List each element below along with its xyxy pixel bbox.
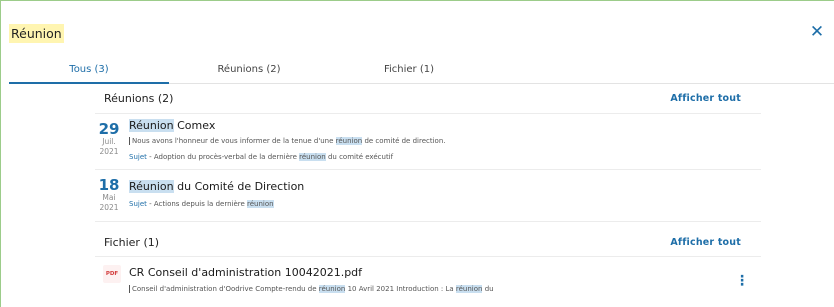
title-text: Comex	[173, 119, 216, 132]
highlighted-term: réunion	[247, 200, 274, 208]
date-month: Mai	[102, 193, 116, 202]
tab-files[interactable]: Fichier (1)	[329, 61, 489, 84]
see-all-meetings-link[interactable]: Afficher tout	[670, 93, 741, 104]
date-day: 29	[98, 120, 120, 138]
date-day: 18	[98, 176, 120, 194]
snippet-text: - Adoption du procès-verbal de la derniè…	[146, 153, 300, 161]
date-year: 2021	[99, 203, 119, 212]
file-name[interactable]: CR Conseil d'administration 10042021.pdf	[129, 266, 362, 279]
close-icon[interactable]: ✕	[807, 22, 827, 42]
highlighted-term: Réunion	[129, 180, 174, 193]
meeting-snippet: Nous avons l'honneur de vous informer de…	[129, 137, 445, 145]
highlighted-term: réunion	[299, 153, 326, 161]
snippet-text: Nous avons l'honneur de vous informer de…	[132, 137, 336, 145]
highlighted-term: réunion	[455, 285, 483, 293]
snippet-text: 10 Avril 2021 Introduction : La	[345, 285, 456, 293]
section-title: Réunions (2)	[104, 92, 174, 105]
tab-label: Fichier (1)	[383, 64, 435, 75]
snippet-text: - Actions depuis la dernière	[146, 200, 248, 208]
meeting-title[interactable]: Réunion Comex	[129, 119, 215, 132]
snippet-text: Conseil d'administration d'Oodrive Compt…	[132, 285, 319, 293]
meeting-title[interactable]: Réunion du Comité de Direction	[129, 180, 304, 193]
tab-bar: Tous (3) Réunions (2) Fichier (1)	[9, 61, 834, 84]
highlighted-term: Réunion	[129, 119, 174, 132]
pdf-file-icon: PDF	[103, 265, 121, 283]
snippet-text: du comité exécutif	[325, 153, 394, 161]
date-month: Juil.	[102, 137, 116, 146]
tab-label: Tous (3)	[69, 64, 109, 75]
subject-label: Sujet	[129, 200, 147, 208]
title-text: du Comité de Direction	[173, 180, 305, 193]
tab-meetings[interactable]: Réunions (2)	[169, 61, 329, 84]
subject-label: Sujet	[129, 153, 147, 161]
file-snippet: Conseil d'administration d'Oodrive Compt…	[129, 285, 494, 293]
meeting-result[interactable]: 18 Mai 2021 Réunion du Comité de Directi…	[95, 172, 761, 218]
search-query[interactable]: Réunion	[9, 24, 64, 43]
meeting-date: 29 Juil. 2021	[95, 121, 123, 157]
divider	[95, 221, 761, 222]
meeting-result[interactable]: 29 Juil. 2021 Réunion Comex Nous avons l…	[95, 115, 761, 169]
snippet-text: de comité de direction.	[362, 137, 446, 145]
more-vertical-icon[interactable]: ⋮	[735, 273, 749, 289]
section-title: Fichier (1)	[104, 236, 160, 249]
snippet-text: du	[482, 285, 494, 293]
files-section-header: Fichier (1) Afficher tout	[95, 229, 761, 257]
meeting-date: 18 Mai 2021	[95, 177, 123, 213]
search-results-panel: Réunion ✕ Tous (3) Réunions (2) Fichier …	[0, 0, 834, 307]
divider	[95, 256, 761, 257]
meeting-subject: Sujet - Actions depuis la dernière réuni…	[129, 200, 274, 208]
active-tab-indicator	[9, 82, 169, 84]
highlighted-term: réunion	[318, 285, 346, 293]
see-all-files-link[interactable]: Afficher tout	[670, 237, 741, 248]
divider	[95, 113, 761, 114]
highlighted-term: réunion	[335, 137, 363, 145]
search-header: Réunion ✕	[1, 1, 834, 61]
date-year: 2021	[99, 147, 119, 156]
meetings-section-header: Réunions (2) Afficher tout	[95, 85, 761, 113]
tab-label: Réunions (2)	[217, 64, 281, 75]
file-result[interactable]: PDF CR Conseil d'administration 10042021…	[95, 263, 761, 303]
tab-all[interactable]: Tous (3)	[9, 61, 169, 84]
meeting-subject: Sujet - Adoption du procès-verbal de la …	[129, 153, 393, 161]
divider	[95, 169, 761, 170]
